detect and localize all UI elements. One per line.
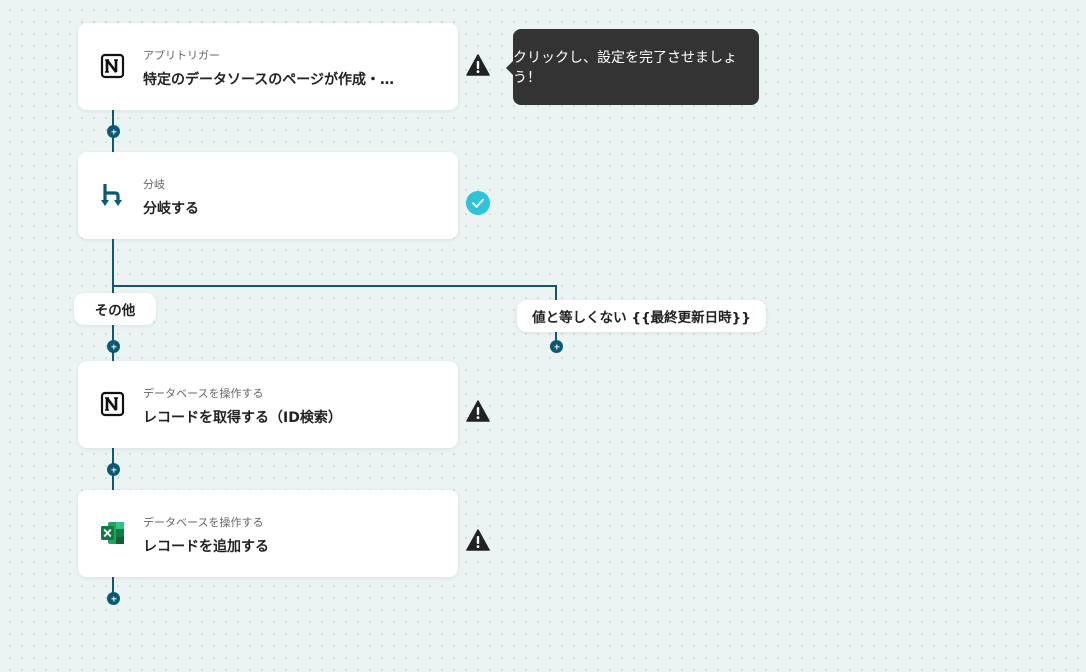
step-card-get-record[interactable]: データベースを操作する レコードを取得する（ID検索） xyxy=(78,361,458,448)
add-step-button[interactable] xyxy=(107,463,120,476)
branch-label-other[interactable]: その他 xyxy=(74,293,156,325)
step-card-trigger[interactable]: アプリトリガー 特定のデータソースのページが作成・… xyxy=(78,23,458,110)
step-title: レコードを取得する（ID検索） xyxy=(143,410,342,426)
step-title: 特定のデータソースのページが作成・… xyxy=(143,72,395,88)
setup-tooltip: クリックし、設定を完了させましょう！ xyxy=(506,29,759,105)
branch-line xyxy=(112,285,557,287)
step-type-label: データベースを操作する xyxy=(143,387,264,400)
step-card-branch[interactable]: 分岐 分岐する xyxy=(78,152,458,239)
check-icon[interactable] xyxy=(466,191,490,215)
warning-icon[interactable] xyxy=(466,528,490,552)
branch-icon xyxy=(100,182,126,208)
step-type-label: 分岐 xyxy=(143,178,165,191)
step-card-add-record[interactable]: データベースを操作する レコードを追加する xyxy=(78,490,458,577)
step-title: 分岐する xyxy=(143,201,199,217)
branch-label-condition[interactable]: 値と等しくない {{最終更新日時}} xyxy=(517,300,766,332)
add-step-button[interactable] xyxy=(107,125,120,138)
add-step-button[interactable] xyxy=(550,340,563,353)
branch-label-text: その他 xyxy=(94,303,136,319)
excel-icon xyxy=(100,520,126,546)
add-step-button[interactable] xyxy=(107,340,120,353)
step-title: レコードを追加する xyxy=(143,539,269,555)
branch-label-text: 値と等しくない {{最終更新日時}} xyxy=(532,310,751,326)
notion-icon xyxy=(100,53,126,79)
tooltip-text: クリックし、設定を完了させましょう！ xyxy=(513,50,737,86)
step-type-label: データベースを操作する xyxy=(143,516,264,529)
step-type-label: アプリトリガー xyxy=(143,49,220,62)
warning-icon[interactable] xyxy=(466,399,490,423)
notion-icon xyxy=(100,391,126,417)
add-step-button[interactable] xyxy=(107,592,120,605)
warning-icon[interactable] xyxy=(466,53,490,77)
